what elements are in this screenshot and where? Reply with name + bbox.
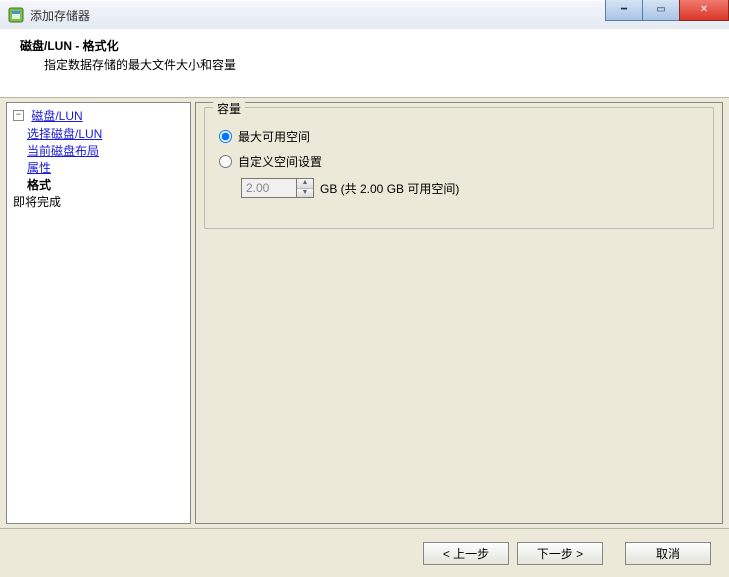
minimize-icon: ━ (621, 5, 627, 15)
minimize-button[interactable]: ━ (605, 0, 643, 21)
capacity-legend: 容量 (213, 100, 245, 117)
nav-children: 选择磁盘/LUN 当前磁盘布局 属性 格式 即将完成 (27, 126, 190, 211)
wizard-window: 添加存储器 ━ ▭ ✕ 磁盘/LUN - 格式化 指定数据存储的最大文件大小和容… (0, 0, 729, 577)
header-title-dash: - (72, 39, 83, 53)
maximize-button[interactable]: ▭ (642, 0, 680, 21)
close-button[interactable]: ✕ (679, 0, 729, 21)
wizard-header: 磁盘/LUN - 格式化 指定数据存储的最大文件大小和容量 (0, 29, 729, 98)
header-title-main: 磁盘/LUN (20, 39, 72, 53)
radio-row-custom: 自定义空间设置 (219, 153, 703, 170)
header-title-sub: 格式化 (83, 39, 119, 53)
tree-toggle-icon[interactable]: − (13, 110, 24, 121)
spinner-down-icon[interactable]: ▼ (297, 189, 313, 198)
nav-item-properties[interactable]: 属性 (27, 160, 51, 177)
size-unit-label: GB (共 2.00 GB 可用空间) (320, 180, 459, 197)
close-icon: ✕ (700, 5, 708, 15)
titlebar: 添加存储器 ━ ▭ ✕ (0, 0, 729, 29)
nav-item-select-disk[interactable]: 选择磁盘/LUN (27, 126, 102, 143)
back-button[interactable]: < 上一步 (423, 542, 509, 565)
radio-max-space[interactable] (219, 130, 232, 143)
nav-item-current-layout[interactable]: 当前磁盘布局 (27, 143, 99, 160)
nav-root-label[interactable]: 磁盘/LUN (31, 109, 82, 123)
next-button[interactable]: 下一步 > (517, 542, 603, 565)
header-description: 指定数据存储的最大文件大小和容量 (44, 56, 729, 73)
app-icon (8, 7, 24, 23)
capacity-body: 最大可用空间 自定义空间设置 ▲ ▼ (205, 108, 713, 208)
radio-custom-label[interactable]: 自定义空间设置 (238, 153, 322, 170)
nav-item-ready: 即将完成 (13, 195, 61, 209)
nav-item-format: 格式 (27, 178, 51, 192)
size-input[interactable] (241, 178, 297, 198)
header-title: 磁盘/LUN - 格式化 (20, 37, 729, 54)
wizard-main-panel: 容量 最大可用空间 自定义空间设置 ▲ (195, 102, 723, 524)
radio-max-label[interactable]: 最大可用空间 (238, 128, 310, 145)
window-title: 添加存储器 (30, 7, 90, 24)
cancel-button[interactable]: 取消 (625, 542, 711, 565)
spinner-up-icon[interactable]: ▲ (297, 179, 313, 189)
window-buttons: ━ ▭ ✕ (606, 0, 729, 21)
wizard-body: − 磁盘/LUN 选择磁盘/LUN 当前磁盘布局 属性 格式 即将完成 容量 最… (0, 98, 729, 528)
size-spinner: ▲ ▼ (241, 178, 314, 198)
wizard-nav: − 磁盘/LUN 选择磁盘/LUN 当前磁盘布局 属性 格式 即将完成 (6, 102, 191, 524)
wizard-footer: < 上一步 下一步 > 取消 (0, 528, 729, 577)
spinner-buttons: ▲ ▼ (297, 178, 314, 198)
radio-custom-space[interactable] (219, 155, 232, 168)
maximize-icon: ▭ (656, 5, 665, 15)
capacity-groupbox: 容量 最大可用空间 自定义空间设置 ▲ (204, 107, 714, 229)
radio-row-max: 最大可用空间 (219, 128, 703, 145)
custom-size-row: ▲ ▼ GB (共 2.00 GB 可用空间) (241, 178, 703, 198)
nav-root-row: − 磁盘/LUN (7, 107, 190, 124)
